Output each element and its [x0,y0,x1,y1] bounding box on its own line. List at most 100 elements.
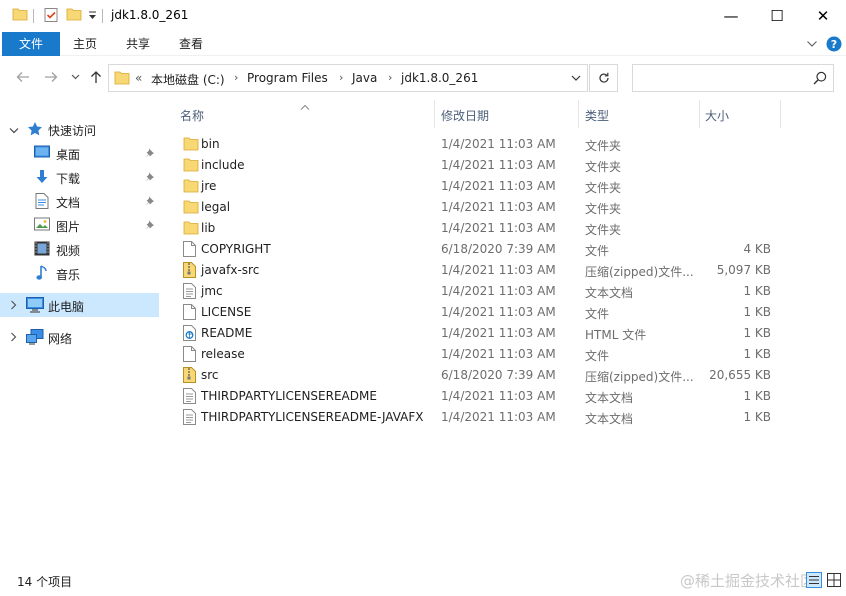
large-icons-view-icon[interactable] [826,572,843,589]
file-size: 4 KB [743,242,771,256]
tab-view[interactable]: 查看 [166,32,216,56]
file-date: 1/4/2021 11:03 AM [441,326,556,340]
sidebar-item-videos[interactable]: 视频 [0,237,159,261]
sidebar-item-downloads[interactable]: 下载 [0,165,159,189]
breadcrumb-separator-icon[interactable]: › [388,71,392,84]
file-row[interactable]: THIRDPARTYLICENSEREADME 1/4/2021 11:03 AM… [177,386,777,407]
file-icon [183,346,196,365]
sidebar-item-quick-access[interactable]: 快速访问 [0,117,159,141]
search-input[interactable] [632,64,834,92]
maximize-button[interactable]: ☐ [754,0,800,32]
file-date: 1/4/2021 11:03 AM [441,179,556,193]
properties-icon[interactable] [44,7,59,26]
customize-toolbar-icon[interactable] [88,10,97,24]
navigation-bar: « 本地磁盘 (C:) › Program Files › Java › jdk… [0,56,846,100]
column-header-size[interactable]: 大小 [700,100,780,128]
videos-icon [34,241,50,259]
file-row[interactable]: COPYRIGHT 6/18/2020 7:39 AM 文件 4 KB [177,239,777,260]
pin-icon[interactable] [145,147,155,161]
breadcrumb-program-files[interactable]: Program Files [247,71,328,85]
new-folder-icon[interactable] [66,7,82,24]
file-row[interactable]: lib 1/4/2021 11:03 AM 文件夹 [177,218,777,239]
breadcrumb-drive[interactable]: 本地磁盘 (C:) [151,71,225,88]
file-row[interactable]: THIRDPARTYLICENSEREADME-JAVAFX 1/4/2021 1… [177,407,777,428]
sidebar-item-label: 音乐 [56,268,81,282]
file-row[interactable]: LICENSE 1/4/2021 11:03 AM 文件 1 KB [177,302,777,323]
breadcrumb-java[interactable]: Java [352,71,377,85]
file-row[interactable]: release 1/4/2021 11:03 AM 文件 1 KB [177,344,777,365]
file-name: THIRDPARTYLICENSEREADME [201,389,377,403]
expand-ribbon-icon[interactable] [806,38,818,52]
forward-button[interactable] [42,68,60,86]
sidebar-item-label: 此电脑 [48,300,85,314]
breadcrumb-separator-icon[interactable]: › [339,71,343,84]
text-file-icon [183,409,196,428]
file-name: LICENSE [201,305,252,319]
minimize-button[interactable]: — [708,0,754,32]
file-row[interactable]: legal 1/4/2021 11:03 AM 文件夹 [177,197,777,218]
file-type: 文件 [585,307,610,321]
sidebar-item-pictures[interactable]: 图片 [0,213,159,237]
file-type: HTML 文件 [585,328,647,342]
minimize-icon: — [723,6,739,25]
folder-icon[interactable] [12,7,28,24]
folder-icon [183,199,199,217]
html-file-icon [183,325,196,344]
file-row[interactable]: bin 1/4/2021 11:03 AM 文件夹 [177,134,777,155]
pin-icon[interactable] [145,195,155,209]
file-row[interactable]: README 1/4/2021 11:03 AM HTML 文件 1 KB [177,323,777,344]
sidebar-item-documents[interactable]: 文档 [0,189,159,213]
column-header-date[interactable]: 修改日期 [435,100,578,128]
file-type: 文件 [585,244,610,258]
column-header-name[interactable]: 名称 [170,100,432,128]
sidebar-item-label: 图片 [56,220,81,234]
sidebar-item-label: 网络 [48,332,73,346]
file-icon [183,241,196,260]
tab-file[interactable]: 文件 [2,32,60,56]
folder-icon [183,178,199,196]
details-view-icon[interactable] [806,572,823,589]
file-size: 5,097 KB [716,263,771,277]
file-row[interactable]: javafx-src 1/4/2021 11:03 AM 压缩(zipped)文件.… [177,260,777,281]
help-icon[interactable]: ? [826,36,842,55]
sidebar-item-this-pc[interactable]: 此电脑 [0,293,159,317]
refresh-icon [598,72,609,83]
folder-icon [183,136,199,154]
up-button[interactable] [87,68,105,86]
address-history-button[interactable] [565,65,587,91]
chevron-right-icon[interactable] [10,299,18,313]
tab-share[interactable]: 共享 [113,32,163,56]
pin-icon[interactable] [145,219,155,233]
recent-locations-button[interactable] [66,68,84,86]
chevron-right-icon[interactable] [10,331,18,345]
sidebar-item-desktop[interactable]: 桌面 [0,141,159,165]
file-name: jre [201,179,217,193]
address-bar[interactable]: « 本地磁盘 (C:) › Program Files › Java › jdk… [108,64,588,92]
pin-icon[interactable] [145,171,155,185]
file-row[interactable]: jre 1/4/2021 11:03 AM 文件夹 [177,176,777,197]
ribbon-tabs: 文件 主页 共享 查看 ? [0,32,846,56]
breadcrumb-overflow[interactable]: « [135,71,142,85]
sidebar-item-network[interactable]: 网络 [0,325,159,349]
column-header-type[interactable]: 类型 [579,100,699,128]
breadcrumb-current[interactable]: jdk1.8.0_261 [401,71,478,85]
close-button[interactable]: ✕ [800,0,846,32]
file-date: 1/4/2021 11:03 AM [441,305,556,319]
file-row[interactable]: jmc 1/4/2021 11:03 AM 文本文档 1 KB [177,281,777,302]
file-list: 名称 修改日期 类型 大小 bin 1/4/2021 11:03 AM 文件夹 inc… [170,100,846,560]
sidebar-item-label: 桌面 [56,148,81,162]
text-file-icon [183,283,196,302]
refresh-button[interactable] [589,64,618,92]
file-name: src [201,368,219,382]
breadcrumb-separator-icon[interactable]: › [234,71,238,84]
file-type: 文件夹 [585,139,622,153]
chevron-down-icon[interactable] [9,124,19,138]
sidebar-item-label: 快速访问 [48,124,97,138]
file-date: 1/4/2021 11:03 AM [441,137,556,151]
file-row[interactable]: include 1/4/2021 11:03 AM 文件夹 [177,155,777,176]
back-button[interactable] [14,68,32,86]
column-divider[interactable] [780,100,781,128]
sidebar-item-music[interactable]: 音乐 [0,261,159,285]
tab-home[interactable]: 主页 [60,32,110,56]
file-row[interactable]: src 6/18/2020 7:39 AM 压缩(zipped)文件... 20,65… [177,365,777,386]
